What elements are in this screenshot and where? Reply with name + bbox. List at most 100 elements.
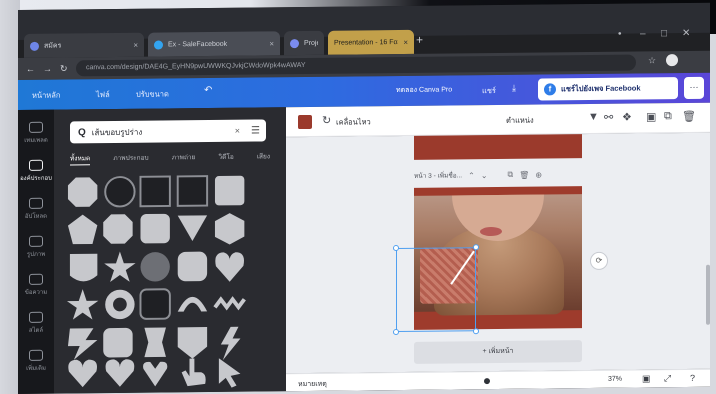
link-icon[interactable]: ⚯ bbox=[604, 111, 613, 124]
add-page-icon[interactable]: ⊕ bbox=[535, 170, 542, 179]
transparency-icon[interactable]: ▼ bbox=[588, 111, 599, 123]
screen: สมัคร × Ex - SaleFacebook × Project Pres… bbox=[18, 2, 710, 394]
square-outline-shape bbox=[176, 175, 209, 207]
shapes-grid bbox=[66, 175, 246, 388]
monitor-left-edge bbox=[0, 0, 20, 394]
previous-page-preview[interactable] bbox=[414, 134, 582, 160]
refresh-icon[interactable]: ⟳ bbox=[590, 251, 608, 271]
chevron-up-icon[interactable]: ⌃ bbox=[468, 171, 475, 180]
upload-icon bbox=[29, 197, 43, 209]
more-options-button[interactable]: ··· bbox=[684, 76, 704, 100]
resize-handle[interactable] bbox=[473, 328, 479, 335]
facebook-icon: f bbox=[544, 83, 556, 96]
browser-tab[interactable]: Project bbox=[284, 30, 324, 56]
tab-illustrations[interactable]: ภาพประกอบ bbox=[113, 153, 148, 165]
notes-button[interactable]: หมายเหตุ bbox=[298, 379, 327, 390]
browser-tab[interactable]: สมัคร × bbox=[24, 32, 144, 58]
help-icon[interactable]: ? bbox=[690, 373, 695, 383]
trash-icon[interactable]: 🗑 bbox=[682, 110, 696, 123]
tab-close-icon[interactable]: × bbox=[269, 39, 274, 48]
duplicate-icon[interactable]: ⧉ bbox=[664, 110, 672, 123]
delete-page-icon[interactable]: 🗑 bbox=[519, 170, 529, 179]
fullscreen-icon[interactable]: ⤢ bbox=[664, 373, 671, 384]
resize-handle[interactable] bbox=[473, 244, 479, 251]
tab-audio[interactable]: เสียง bbox=[257, 151, 270, 163]
hexagon-shape bbox=[214, 213, 245, 245]
tab-all[interactable]: ทั้งหมด bbox=[70, 153, 91, 166]
share-facebook-button[interactable]: f แชร์ไปยังเพจ Facebook bbox=[538, 77, 678, 101]
rail-elements[interactable]: องค์ประกอบ bbox=[18, 159, 54, 183]
zoom-slider-thumb[interactable] bbox=[484, 378, 490, 385]
tab-close-icon[interactable]: × bbox=[133, 40, 138, 49]
zoom-level[interactable]: 37% bbox=[608, 376, 622, 383]
badge-shape bbox=[177, 327, 208, 359]
try-pro-button[interactable]: ทดลอง Canva Pro bbox=[388, 81, 460, 100]
add-page-button[interactable]: + เพิ่มหน้า bbox=[414, 340, 582, 364]
tab-search-icon[interactable]: • bbox=[618, 29, 622, 40]
new-tab-button[interactable]: + bbox=[416, 33, 423, 47]
tab-videos[interactable]: วิดีโอ bbox=[218, 152, 233, 164]
page-title[interactable]: หน้า 3 - เพิ่มชื่อ... bbox=[414, 170, 462, 181]
forward-icon[interactable]: → bbox=[43, 64, 52, 74]
lock-icon[interactable]: ▣ bbox=[646, 110, 656, 123]
browser-tab[interactable]: Presentation - 16 Fox × bbox=[328, 29, 414, 55]
square-outline-shape bbox=[139, 175, 171, 208]
selection-box[interactable] bbox=[396, 247, 476, 333]
group-icon[interactable]: ❖ bbox=[622, 111, 632, 124]
page-view-icon[interactable]: ▣ bbox=[642, 373, 651, 384]
profile-avatar[interactable] bbox=[666, 54, 678, 67]
bookmark-star-icon[interactable]: ☆ bbox=[648, 55, 656, 66]
lightning-shape bbox=[67, 328, 98, 360]
undo-icon[interactable]: ↶ bbox=[204, 85, 212, 96]
rail-text[interactable]: ข้อความ bbox=[18, 273, 54, 297]
search-icon: Q bbox=[78, 126, 86, 138]
resize-handle[interactable] bbox=[393, 245, 399, 252]
close-window-button[interactable]: ✕ bbox=[682, 28, 690, 39]
resize-handle[interactable] bbox=[393, 329, 399, 336]
style-icon bbox=[29, 311, 43, 323]
rail-styles[interactable]: สไตล์ bbox=[18, 311, 54, 335]
home-link[interactable]: หน้าหลัก bbox=[32, 90, 60, 102]
pentagon-shape bbox=[67, 214, 98, 245]
chevron-down-icon[interactable]: ⌄ bbox=[481, 171, 488, 180]
duplicate-page-icon[interactable]: ⧉ bbox=[508, 170, 514, 180]
heart-shape bbox=[68, 359, 97, 388]
animate-icon[interactable]: ↻ bbox=[322, 114, 331, 127]
editor-toolbar: ↻ เคลื่อนไหว ตำแหน่ง ▼ ⚯ ❖ ▣ ⧉ 🗑 bbox=[286, 102, 710, 138]
heart-shape bbox=[105, 359, 135, 387]
tab-close-icon[interactable]: × bbox=[403, 37, 408, 46]
rail-photos[interactable]: รูปภาพ bbox=[18, 235, 54, 259]
filter-icon[interactable]: ☰ bbox=[251, 125, 260, 136]
back-icon[interactable]: ← bbox=[26, 64, 35, 74]
rail-more[interactable]: เพิ่มเติม bbox=[18, 349, 54, 373]
rounded-square-shape bbox=[140, 213, 170, 244]
octagon-shape bbox=[103, 214, 133, 244]
maximize-button[interactable]: □ bbox=[661, 28, 667, 39]
share-menu[interactable]: แชร์ bbox=[482, 85, 496, 97]
color-swatch[interactable] bbox=[298, 114, 312, 130]
file-menu[interactable]: ไฟล์ bbox=[96, 89, 110, 101]
elements-search-input[interactable]: Q เส้นขอบรูปร่าง × ☰ bbox=[70, 119, 266, 144]
rail-templates[interactable]: เทมเพลต bbox=[18, 121, 54, 145]
minimize-button[interactable]: – bbox=[640, 28, 646, 39]
elements-panel: Q เส้นขอบรูปร่าง × ☰ ทั้งหมด ภาพประกอบ ภ… bbox=[54, 107, 286, 394]
resize-button[interactable]: ปรับขนาด bbox=[136, 88, 169, 100]
page-bar: หน้า 3 - เพิ่มชื่อ... ⌃ ⌄ ⧉ 🗑 ⊕ bbox=[414, 167, 584, 183]
download-icon[interactable]: ⤓ bbox=[512, 83, 516, 94]
tab-favicon-icon bbox=[290, 38, 299, 48]
template-icon bbox=[29, 121, 43, 133]
shield-shape bbox=[69, 253, 98, 282]
reload-icon[interactable]: ↻ bbox=[60, 63, 68, 74]
vertical-scrollbar[interactable] bbox=[706, 264, 710, 325]
browser-tab-active[interactable]: Ex - SaleFacebook × bbox=[148, 31, 280, 57]
rounded-square-shape bbox=[103, 327, 133, 358]
clear-search-icon[interactable]: × bbox=[235, 126, 240, 136]
tab-photos[interactable]: ภาพถ่าย bbox=[172, 152, 196, 164]
animate-button[interactable]: เคลื่อนไหว bbox=[336, 116, 371, 128]
triangle-down-shape bbox=[177, 215, 208, 241]
heart-shape bbox=[143, 361, 168, 387]
rail-uploads[interactable]: อัปโหลด bbox=[18, 197, 54, 221]
circle-shape bbox=[140, 252, 170, 282]
square-outline-shape bbox=[139, 288, 171, 320]
position-button[interactable]: ตำแหน่ง bbox=[506, 115, 534, 127]
